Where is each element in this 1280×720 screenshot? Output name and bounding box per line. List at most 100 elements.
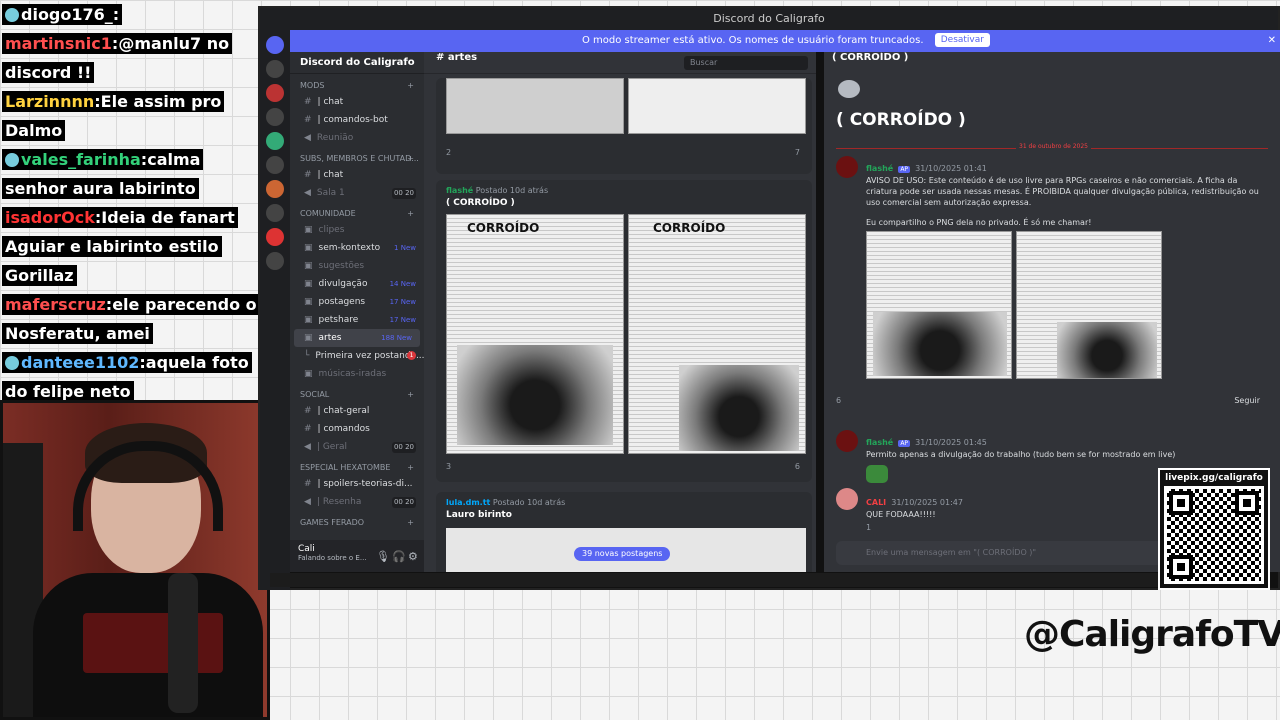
channel-label: | comandos: [317, 424, 370, 434]
new-posts-button[interactable]: 39 novas postagens: [574, 547, 671, 561]
thread-title: ( CORROÍDO ): [836, 110, 966, 130]
channel-label: sugestões: [318, 261, 365, 271]
category-name: COMUNIDADE: [300, 209, 356, 218]
sidebar-channel[interactable]: ◀ Sala 1 00 20: [290, 184, 424, 202]
creature-sheet-image[interactable]: [866, 231, 1012, 379]
new-badge: 14 New: [389, 280, 416, 288]
message-time: 31/10/2025 01:45: [915, 438, 987, 447]
creature-stats-image[interactable]: [1016, 231, 1162, 379]
server-name[interactable]: Discord do Caligrafo: [290, 52, 424, 74]
gear-icon[interactable]: ⚙: [408, 550, 418, 563]
reaction-count[interactable]: 6: [836, 396, 841, 405]
channel-category[interactable]: COMUNIDADE +: [290, 202, 424, 221]
reaction-count[interactable]: 7: [795, 148, 800, 157]
channel-category[interactable]: GAMES FERADO +: [290, 511, 424, 530]
server-icon[interactable]: [266, 132, 284, 150]
avatar[interactable]: [836, 488, 858, 510]
server-icon[interactable]: [266, 180, 284, 198]
channel-handle: @CaligrafoTV: [1024, 614, 1280, 655]
sidebar-channel[interactable]: ▣ artes 188 New: [294, 329, 420, 347]
post-image: [446, 78, 624, 134]
avatar[interactable]: [836, 156, 858, 178]
sidebar-channel[interactable]: ◀ Reunião: [290, 129, 424, 147]
thread-header: ( CORROÍDO ): [832, 52, 909, 63]
message-author[interactable]: CALI: [866, 498, 886, 507]
sidebar-channel[interactable]: ▣ postagens 17 New: [290, 293, 424, 311]
server-icon[interactable]: [266, 84, 284, 102]
new-badge: 17 New: [389, 316, 416, 324]
forum-channel-icon: ▣: [304, 315, 313, 325]
close-icon[interactable]: ✕: [1268, 30, 1276, 52]
message-author[interactable]: flashé: [866, 438, 893, 447]
creature-art: [457, 345, 613, 445]
text-channel-icon: #: [304, 424, 312, 434]
chat-message: martinsnic1:@manlu7 no discord !!: [2, 29, 258, 87]
forum-post[interactable]: flashé Postado 10d atrás ( CORROÍDO ) CO…: [436, 180, 812, 482]
server-icon[interactable]: [266, 204, 284, 222]
reaction-count[interactable]: 6: [795, 462, 800, 471]
category-name: ESPECIAL HEXATOMBE: [300, 463, 391, 472]
sidebar-channel[interactable]: ▣ sugestões: [290, 257, 424, 275]
message-time: 31/10/2025 01:47: [891, 498, 963, 507]
server-icon[interactable]: [266, 60, 284, 78]
sidebar-channel[interactable]: ▣ sem-kontexto 1 New: [290, 239, 424, 257]
forum-channel-icon: ▣: [304, 261, 313, 271]
message: flashé AP 31/10/2025 01:41 AVISO DE USO:…: [866, 156, 1270, 379]
post-author[interactable]: lula.dm.tt: [446, 498, 490, 507]
channel-label: petshare: [318, 315, 359, 325]
sidebar-channel[interactable]: ▣ petshare 17 New: [290, 311, 424, 329]
server-icon[interactable]: [266, 228, 284, 246]
channel-category[interactable]: SUBS, MEMBROS E CHUTAD... +: [290, 147, 424, 166]
date-text: 31 de outubro de 2025: [1016, 143, 1091, 150]
creature-art: [679, 365, 799, 451]
channel-label: Reunião: [316, 133, 354, 143]
add-channel-icon[interactable]: +: [407, 154, 414, 163]
channel-label: | Resenha: [316, 497, 362, 507]
mic-muted-icon[interactable]: 🎙: [376, 550, 390, 563]
text-channel-icon: #: [304, 406, 312, 416]
window-title: Discord do Caligrafo: [260, 8, 1278, 30]
sidebar-channel[interactable]: # | comandos-bot: [290, 111, 424, 129]
sidebar-channel[interactable]: # | spoilers-teorias-di...: [290, 475, 424, 493]
server-icon[interactable]: [266, 36, 284, 54]
add-channel-icon[interactable]: +: [407, 463, 414, 472]
server-icon[interactable]: [266, 252, 284, 270]
add-channel-icon[interactable]: +: [407, 81, 414, 90]
add-channel-icon[interactable]: +: [407, 518, 414, 527]
disable-streamer-button[interactable]: Desativar: [934, 33, 990, 47]
server-icon[interactable]: [266, 108, 284, 126]
post-author[interactable]: flashé: [446, 186, 473, 195]
voice-channel-icon: ◀: [304, 188, 311, 198]
add-channel-icon[interactable]: +: [407, 209, 414, 218]
sidebar-channel[interactable]: ▣ divulgação 14 New: [290, 275, 424, 293]
sidebar-channel[interactable]: └ Primeira vez postando... 1: [290, 347, 424, 365]
headphones-icon[interactable]: 🎧: [392, 550, 406, 563]
new-badge: 17 New: [389, 298, 416, 306]
channel-sidebar: Discord do Caligrafo MODS + # | chat # | coma…: [290, 52, 424, 572]
sidebar-channel[interactable]: # | chat: [290, 93, 424, 111]
avatar[interactable]: [836, 430, 858, 452]
sidebar-channel[interactable]: ◀ | Geral 00 20: [290, 438, 424, 456]
sidebar-channel[interactable]: # | chat: [290, 166, 424, 184]
follow-button[interactable]: Seguir: [1234, 396, 1260, 405]
thread-channel-icon: └: [304, 351, 310, 361]
message-text: AVISO DE USO: Este conteúdo é de uso liv…: [866, 176, 1259, 207]
sidebar-channel[interactable]: ▣ clipes: [290, 221, 424, 239]
channel-category[interactable]: MODS +: [290, 74, 424, 93]
channel-label: artes: [318, 333, 342, 343]
post-count: 2: [446, 148, 452, 157]
sidebar-channel[interactable]: # | chat-geral: [290, 402, 424, 420]
message-author[interactable]: flashé: [866, 164, 893, 173]
add-channel-icon[interactable]: +: [407, 390, 414, 399]
channel-label: | chat: [317, 97, 344, 107]
channel-category[interactable]: SOCIAL +: [290, 383, 424, 402]
server-icon[interactable]: [266, 156, 284, 174]
sidebar-channel[interactable]: ◀ | Resenha 00 20: [290, 493, 424, 511]
sidebar-channel[interactable]: ▣ músicas-iradas: [290, 365, 424, 383]
chat-badge-icon: [5, 356, 19, 370]
search-input[interactable]: Buscar: [684, 56, 808, 70]
forum-post[interactable]: 2 7: [436, 78, 812, 174]
channel-category[interactable]: ESPECIAL HEXATOMBE +: [290, 456, 424, 475]
voice-count: 00 20: [391, 497, 416, 508]
sidebar-channel[interactable]: # | comandos: [290, 420, 424, 438]
